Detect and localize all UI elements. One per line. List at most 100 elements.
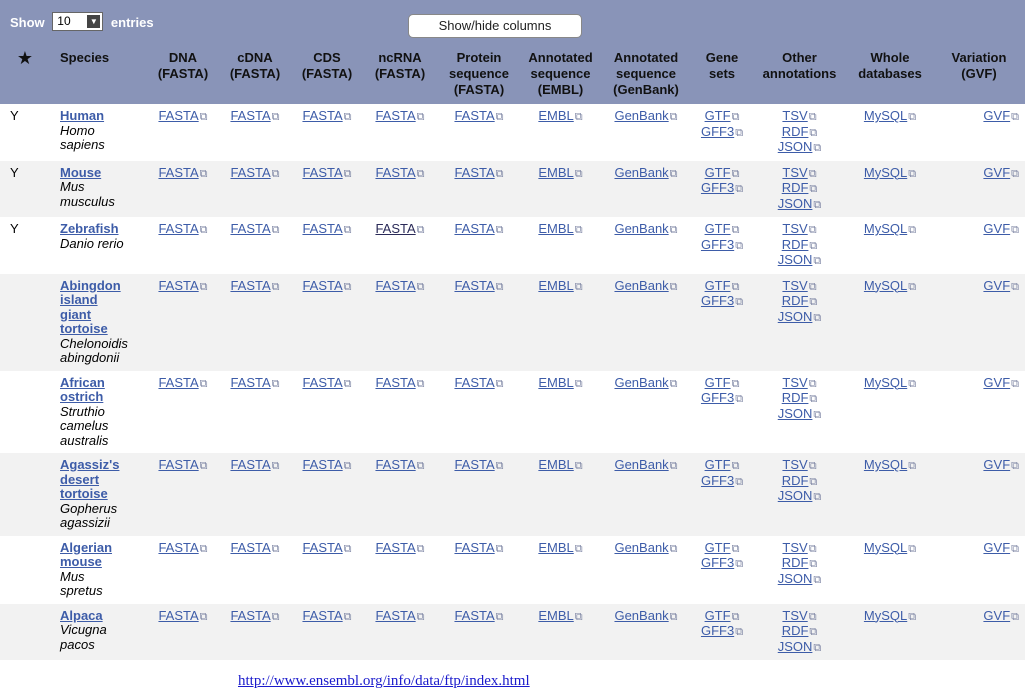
rdf-link[interactable]: RDF bbox=[782, 390, 809, 405]
embl-link[interactable]: EMBL bbox=[538, 278, 573, 293]
genbank-link[interactable]: GenBank bbox=[614, 457, 668, 472]
gtf-link[interactable]: GTF bbox=[705, 165, 731, 180]
tsv-link[interactable]: TSV bbox=[782, 608, 807, 623]
column-header-embl[interactable]: Annotated sequence (EMBL) bbox=[521, 39, 600, 104]
species-common-name[interactable]: Human bbox=[60, 108, 145, 124]
fasta-link[interactable]: FASTA bbox=[230, 108, 270, 123]
embl-link[interactable]: EMBL bbox=[538, 221, 573, 236]
species-common-name[interactable]: Alpaca bbox=[60, 608, 145, 624]
genbank-link[interactable]: GenBank bbox=[614, 608, 668, 623]
species-common-name[interactable]: Abingdon bbox=[60, 278, 145, 294]
embl-link[interactable]: EMBL bbox=[538, 608, 573, 623]
tsv-link[interactable]: TSV bbox=[782, 165, 807, 180]
gtf-link[interactable]: GTF bbox=[705, 608, 731, 623]
gvf-link[interactable]: GVF bbox=[983, 108, 1010, 123]
column-header-gene-sets[interactable]: Gene sets bbox=[692, 39, 752, 104]
fasta-link[interactable]: FASTA bbox=[302, 457, 342, 472]
mysql-link[interactable]: MySQL bbox=[864, 608, 907, 623]
genbank-link[interactable]: GenBank bbox=[614, 221, 668, 236]
gtf-link[interactable]: GTF bbox=[705, 221, 731, 236]
species-common-name[interactable]: mouse bbox=[60, 554, 145, 570]
fasta-link[interactable]: FASTA bbox=[158, 278, 198, 293]
gvf-link[interactable]: GVF bbox=[983, 165, 1010, 180]
fasta-link[interactable]: FASTA bbox=[158, 108, 198, 123]
json-link[interactable]: JSON bbox=[778, 488, 813, 503]
column-header-protein[interactable]: Protein sequence (FASTA) bbox=[437, 39, 521, 104]
column-header-cdna[interactable]: cDNA (FASTA) bbox=[219, 39, 291, 104]
fasta-link[interactable]: FASTA bbox=[375, 375, 415, 390]
embl-link[interactable]: EMBL bbox=[538, 165, 573, 180]
star-icon[interactable]: ★ bbox=[0, 39, 50, 104]
fasta-link[interactable]: FASTA bbox=[454, 540, 494, 555]
fasta-link[interactable]: FASTA bbox=[230, 457, 270, 472]
json-link[interactable]: JSON bbox=[778, 309, 813, 324]
rdf-link[interactable]: RDF bbox=[782, 293, 809, 308]
column-header-genbank[interactable]: Annotated sequence (GenBank) bbox=[600, 39, 692, 104]
tsv-link[interactable]: TSV bbox=[782, 278, 807, 293]
fasta-link[interactable]: FASTA bbox=[454, 165, 494, 180]
fasta-link[interactable]: FASTA bbox=[375, 221, 415, 236]
fasta-link[interactable]: FASTA bbox=[454, 278, 494, 293]
fasta-link[interactable]: FASTA bbox=[454, 108, 494, 123]
genbank-link[interactable]: GenBank bbox=[614, 108, 668, 123]
fasta-link[interactable]: FASTA bbox=[302, 540, 342, 555]
gff3-link[interactable]: GFF3 bbox=[701, 623, 734, 638]
rdf-link[interactable]: RDF bbox=[782, 180, 809, 195]
rdf-link[interactable]: RDF bbox=[782, 473, 809, 488]
fasta-link[interactable]: FASTA bbox=[158, 457, 198, 472]
embl-link[interactable]: EMBL bbox=[538, 540, 573, 555]
rdf-link[interactable]: RDF bbox=[782, 555, 809, 570]
species-common-name[interactable]: tortoise bbox=[60, 321, 145, 337]
tsv-link[interactable]: TSV bbox=[782, 221, 807, 236]
column-header-cds[interactable]: CDS (FASTA) bbox=[291, 39, 363, 104]
fasta-link[interactable]: FASTA bbox=[230, 278, 270, 293]
entries-select[interactable]: 10 ▼ bbox=[52, 12, 104, 31]
column-header-dna[interactable]: DNA (FASTA) bbox=[147, 39, 219, 104]
species-common-name[interactable]: African bbox=[60, 375, 145, 391]
gff3-link[interactable]: GFF3 bbox=[701, 390, 734, 405]
embl-link[interactable]: EMBL bbox=[538, 375, 573, 390]
column-header-ncrna[interactable]: ncRNA (FASTA) bbox=[363, 39, 437, 104]
genbank-link[interactable]: GenBank bbox=[614, 375, 668, 390]
gvf-link[interactable]: GVF bbox=[983, 608, 1010, 623]
gtf-link[interactable]: GTF bbox=[705, 457, 731, 472]
fasta-link[interactable]: FASTA bbox=[375, 278, 415, 293]
json-link[interactable]: JSON bbox=[778, 571, 813, 586]
mysql-link[interactable]: MySQL bbox=[864, 375, 907, 390]
fasta-link[interactable]: FASTA bbox=[375, 457, 415, 472]
species-common-name[interactable]: tortoise bbox=[60, 486, 145, 502]
embl-link[interactable]: EMBL bbox=[538, 108, 573, 123]
fasta-link[interactable]: FASTA bbox=[158, 540, 198, 555]
tsv-link[interactable]: TSV bbox=[782, 375, 807, 390]
fasta-link[interactable]: FASTA bbox=[454, 457, 494, 472]
fasta-link[interactable]: FASTA bbox=[158, 221, 198, 236]
gtf-link[interactable]: GTF bbox=[705, 278, 731, 293]
rdf-link[interactable]: RDF bbox=[782, 124, 809, 139]
rdf-link[interactable]: RDF bbox=[782, 237, 809, 252]
gff3-link[interactable]: GFF3 bbox=[701, 237, 734, 252]
column-header-other-annotations[interactable]: Other annotations bbox=[752, 39, 847, 104]
mysql-link[interactable]: MySQL bbox=[864, 540, 907, 555]
tsv-link[interactable]: TSV bbox=[782, 457, 807, 472]
json-link[interactable]: JSON bbox=[778, 252, 813, 267]
gvf-link[interactable]: GVF bbox=[983, 221, 1010, 236]
species-common-name[interactable]: ostrich bbox=[60, 389, 145, 405]
json-link[interactable]: JSON bbox=[778, 406, 813, 421]
gvf-link[interactable]: GVF bbox=[983, 375, 1010, 390]
fasta-link[interactable]: FASTA bbox=[375, 108, 415, 123]
fasta-link[interactable]: FASTA bbox=[302, 165, 342, 180]
fasta-link[interactable]: FASTA bbox=[302, 278, 342, 293]
fasta-link[interactable]: FASTA bbox=[454, 375, 494, 390]
fasta-link[interactable]: FASTA bbox=[158, 165, 198, 180]
genbank-link[interactable]: GenBank bbox=[614, 540, 668, 555]
gtf-link[interactable]: GTF bbox=[705, 375, 731, 390]
genbank-link[interactable]: GenBank bbox=[614, 165, 668, 180]
show-hide-columns-button[interactable]: Show/hide columns bbox=[408, 14, 582, 38]
rdf-link[interactable]: RDF bbox=[782, 623, 809, 638]
fasta-link[interactable]: FASTA bbox=[302, 108, 342, 123]
fasta-link[interactable]: FASTA bbox=[230, 540, 270, 555]
fasta-link[interactable]: FASTA bbox=[375, 165, 415, 180]
species-common-name[interactable]: Zebrafish bbox=[60, 221, 145, 237]
species-common-name[interactable]: island bbox=[60, 292, 145, 308]
fasta-link[interactable]: FASTA bbox=[230, 165, 270, 180]
